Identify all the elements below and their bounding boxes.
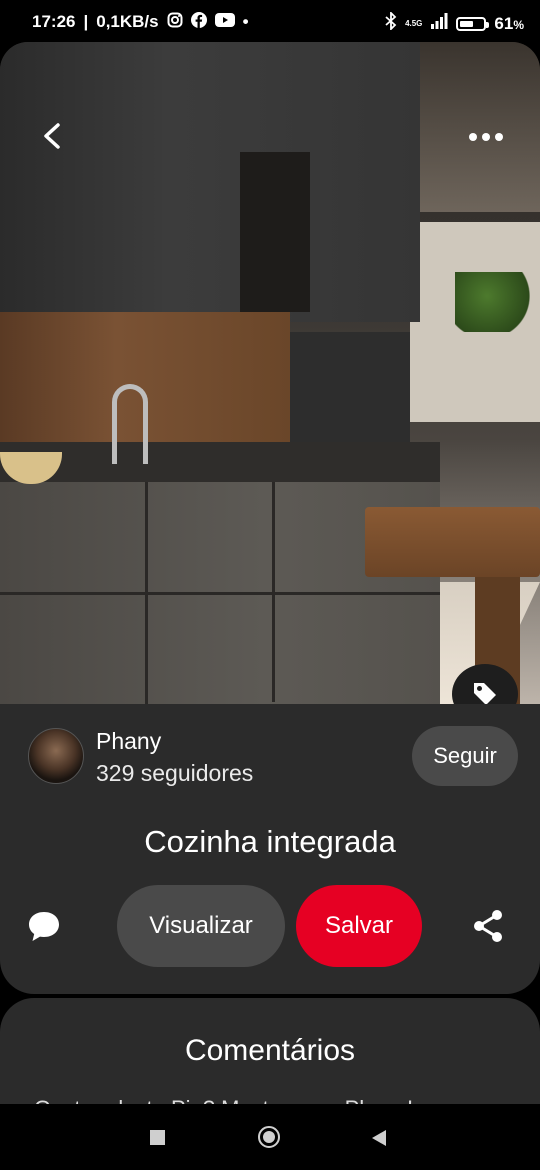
drawer-line <box>272 482 275 702</box>
home-button[interactable] <box>258 1126 280 1148</box>
instagram-icon <box>167 12 183 32</box>
author-followers: 329 seguidores <box>96 760 254 786</box>
share-icon <box>474 910 502 942</box>
more-dot-icon <box>469 133 477 141</box>
battery-percent: 61 <box>494 13 514 33</box>
comments-section[interactable]: Comentários Gostou dosto Pin? Mostre par… <box>0 998 540 1118</box>
notification-dot-icon: • <box>242 12 249 31</box>
faucet <box>112 384 148 464</box>
visit-button[interactable]: Visualizar <box>117 885 285 967</box>
hanging-plant <box>455 272 535 332</box>
speech-bubble-icon <box>29 912 59 941</box>
pin-image[interactable] <box>0 42 540 704</box>
more-options-button[interactable] <box>462 122 510 152</box>
battery-icon <box>456 16 490 31</box>
status-time: 17:26 <box>32 12 76 31</box>
status-bar: 17:26 | 0,1KB/s • 4.5G 61% <box>0 0 540 44</box>
system-nav-bar <box>0 1104 540 1170</box>
more-dot-icon <box>482 133 490 141</box>
chevron-left-icon <box>44 123 60 149</box>
facebook-icon <box>190 12 207 32</box>
follow-button[interactable]: Seguir <box>412 726 518 786</box>
back-nav-button[interactable] <box>372 1130 386 1146</box>
countertop <box>0 442 440 482</box>
recent-apps-button[interactable] <box>150 1130 165 1145</box>
pin-info-panel: Phany 329 seguidores Seguir Cozinha inte… <box>0 704 540 994</box>
tag-icon <box>474 683 496 704</box>
wooden-table <box>365 507 540 577</box>
save-button[interactable]: Salvar <box>296 885 422 967</box>
signal-icon <box>430 13 448 34</box>
avatar[interactable] <box>28 728 84 784</box>
network-type-badge: 4.5G <box>405 18 423 28</box>
share-button[interactable] <box>470 908 506 944</box>
status-right: 4.5G 61% <box>385 10 524 35</box>
battery-text: 61% <box>494 14 524 34</box>
comment-button[interactable] <box>26 908 62 944</box>
status-left: 17:26 | 0,1KB/s • <box>32 12 249 32</box>
upper-cabinets <box>0 42 420 322</box>
drawer-line <box>0 592 440 595</box>
drawer-line <box>145 482 148 704</box>
bluetooth-icon <box>385 10 397 35</box>
youtube-icon <box>214 13 235 31</box>
comments-title: Comentários <box>184 1034 356 1067</box>
back-button[interactable] <box>30 114 74 158</box>
battery-unit: % <box>513 17 524 32</box>
status-network-speed: 0,1KB/s <box>96 12 159 31</box>
pin-title: Cozinha integrada <box>144 824 396 859</box>
status-separator: | <box>83 12 89 31</box>
author-name[interactable]: Phany <box>96 728 161 755</box>
network-type: 4.5G <box>405 18 423 28</box>
battery-fill <box>460 20 474 27</box>
cooktop-wall <box>290 332 410 452</box>
open-shelf <box>240 152 310 312</box>
more-dot-icon <box>495 133 503 141</box>
